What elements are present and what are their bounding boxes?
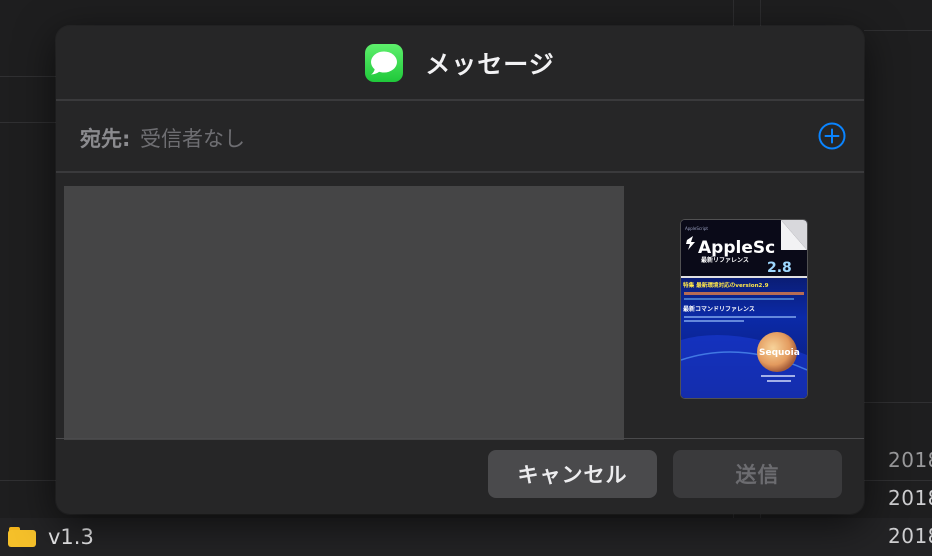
dialog-header: メッセージ <box>56 26 864 100</box>
row-divider <box>864 30 932 31</box>
svg-text:2.8: 2.8 <box>767 260 792 276</box>
folder-name: v1.3 <box>48 525 94 549</box>
list-item[interactable]: v1.3 <box>0 518 932 556</box>
recipient-placeholder[interactable]: 受信者なし <box>140 123 245 153</box>
svg-text:最新コマンドリファレンス: 最新コマンドリファレンス <box>683 305 755 313</box>
folder-icon <box>8 527 36 547</box>
svg-text:Sequoia: Sequoia <box>759 348 800 358</box>
recipient-field[interactable]: 宛先: 受信者なし <box>56 102 864 170</box>
cancel-button[interactable]: キャンセル <box>488 450 657 498</box>
row-divider <box>0 122 56 123</box>
plus-circle-icon[interactable] <box>818 122 846 150</box>
message-text-area[interactable] <box>64 186 624 440</box>
dialog-title: メッセージ <box>425 50 555 79</box>
date-cell: 2018 <box>888 486 932 510</box>
svg-text:AppleScript: AppleScript <box>685 226 708 231</box>
cover-title: AppleSc <box>698 238 775 258</box>
divider <box>56 438 864 439</box>
svg-text:特集 最新環境対応のversion2.9: 特集 最新環境対応のversion2.9 <box>683 281 769 289</box>
messages-app-icon <box>365 44 404 82</box>
row-divider <box>0 76 56 77</box>
svg-text:最新リファレンス: 最新リファレンス <box>701 256 749 264</box>
send-button[interactable]: 送信 <box>673 450 842 498</box>
message-content-area: AppleScript AppleSc 最新リファレンス 2.8 特集 最新環境… <box>56 172 864 440</box>
dialog-footer: キャンセル 送信 <box>56 440 864 514</box>
date-cell: 2018 <box>888 448 932 472</box>
to-label: 宛先: <box>80 127 131 151</box>
divider <box>56 99 864 101</box>
row-divider <box>864 402 932 403</box>
messages-share-dialog: メッセージ 宛先: 受信者なし AppleScript AppleSc 最新リフ… <box>56 26 864 514</box>
attachment-thumbnail[interactable]: AppleScript AppleSc 最新リファレンス 2.8 特集 最新環境… <box>681 220 807 398</box>
